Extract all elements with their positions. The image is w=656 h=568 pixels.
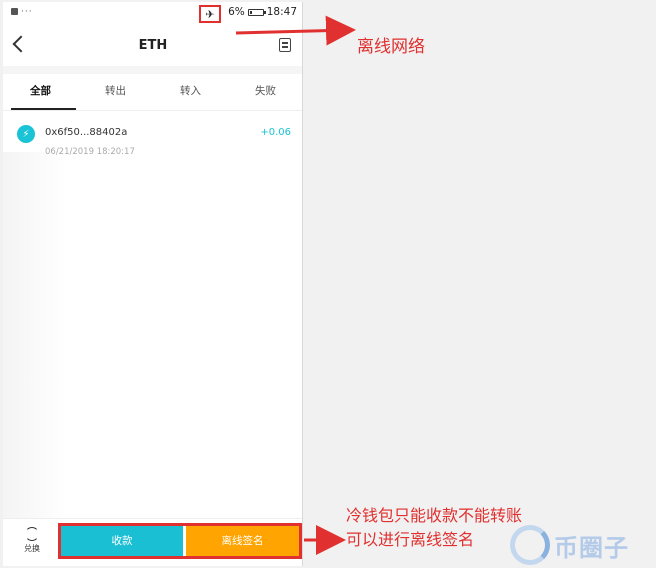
- status-right: 6% 18:47: [228, 6, 297, 18]
- annotation-cold-wallet: 冷钱包只能收款不能转账 可以进行离线签名: [346, 504, 522, 552]
- document-icon[interactable]: [279, 38, 291, 52]
- annotation-line-1: 冷钱包只能收款不能转账: [346, 506, 523, 525]
- tx-filter-tabs: 全部 转出 转入 失败: [3, 74, 302, 111]
- airplane-icon: ✈: [205, 7, 215, 21]
- exchange-label: 兑换: [24, 544, 40, 553]
- watermark-text: 币圈子: [554, 533, 629, 562]
- lightning-icon: ⚡: [17, 125, 35, 143]
- watermark-logo-icon: [510, 525, 550, 565]
- annotation-line-2: 可以进行离线签名: [346, 530, 475, 549]
- status-left: ···: [11, 7, 33, 17]
- transaction-row[interactable]: ⚡ 0x6f50...88402a 06/21/2019 18:20:17 +0…: [3, 120, 302, 164]
- status-bar: ··· ✈ 6% 18:47: [3, 2, 302, 26]
- exchange-button[interactable]: 兑换: [17, 527, 47, 554]
- status-dots: ···: [21, 7, 33, 17]
- receive-button[interactable]: 收款: [61, 526, 186, 556]
- tx-time: 06/21/2019 18:20:17: [45, 147, 135, 157]
- phone-screen: ··· ✈ 6% 18:47 ETH 全部 转出 转入 失败 ⚡ 0x6f50.…: [3, 2, 303, 566]
- tx-amount: +0.06: [260, 127, 291, 138]
- tx-hash: 0x6f50...88402a: [45, 127, 128, 138]
- side-shade: [3, 152, 67, 522]
- bottom-bar: 兑换 收款 离线签名: [3, 518, 302, 566]
- sim-icon: [11, 8, 18, 15]
- screenshot-stage: ··· ✈ 6% 18:47 ETH 全部 转出 转入 失败 ⚡ 0x6f50.…: [0, 0, 656, 568]
- watermark: 币圈子: [510, 522, 656, 568]
- tab-all[interactable]: 全部: [3, 74, 78, 110]
- action-buttons-highlight: 收款 离线签名: [58, 523, 302, 559]
- tab-outgoing[interactable]: 转出: [78, 74, 153, 110]
- nav-bar: ETH: [3, 28, 302, 66]
- airplane-mode-highlight: ✈: [199, 5, 221, 23]
- exchange-icon: [25, 527, 39, 541]
- annotation-offline-network: 离线网络: [357, 37, 425, 57]
- section-divider: [3, 66, 302, 74]
- battery-percent: 6%: [228, 6, 245, 18]
- tab-failed[interactable]: 失败: [228, 74, 302, 110]
- status-time: 18:47: [266, 6, 297, 18]
- offline-sign-button[interactable]: 离线签名: [186, 526, 299, 556]
- tab-incoming[interactable]: 转入: [153, 74, 228, 110]
- page-title: ETH: [138, 38, 168, 53]
- battery-icon: [247, 8, 266, 16]
